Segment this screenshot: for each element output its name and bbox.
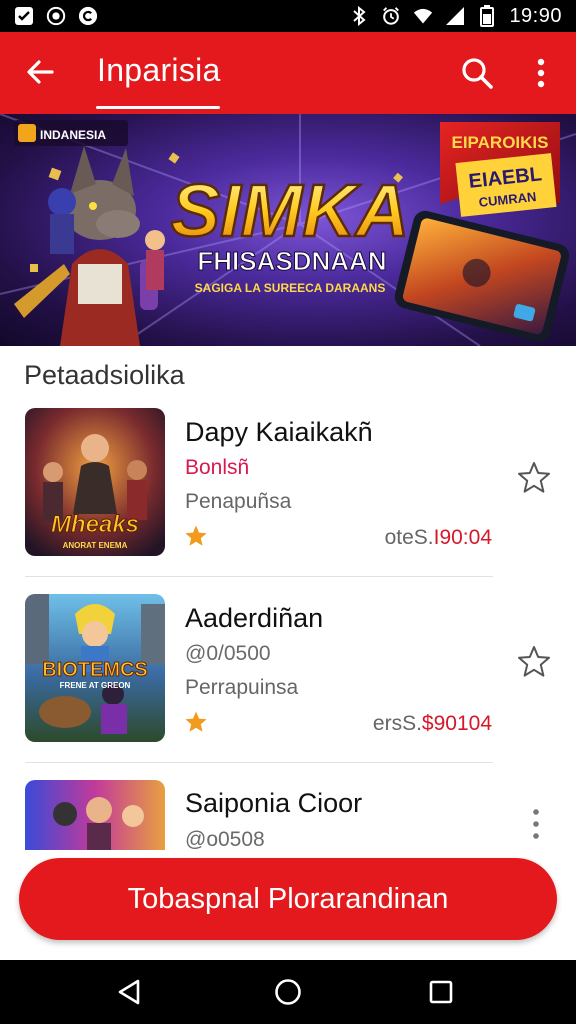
thumbnail-label: BIOTEMCS — [42, 659, 148, 681]
primary-action-button[interactable]: Tobaspnal Plorarandinan — [19, 858, 557, 940]
battery-icon — [477, 5, 497, 27]
thumbnail-caption: ANORAT ENEMA — [63, 541, 128, 550]
checkbox-icon — [14, 6, 34, 26]
game-thumbnail: BIOTEMCS FRENE AT GREON — [25, 594, 165, 742]
rating-star-icon — [184, 524, 208, 548]
promo-banner[interactable]: SIMKA FHISASDNAAN SAGIGA LA SUREECA DARA… — [0, 114, 576, 346]
game-price: oteS.I90:04 — [385, 526, 492, 550]
status-time: 19:90 — [509, 4, 562, 27]
banner-badge: INDANESIA — [40, 128, 106, 142]
home-circle-icon — [275, 979, 301, 1005]
banner-subheadline: FHISASDNAAN — [197, 246, 386, 276]
banner-ribbon-line1: EIPAROIKIS — [452, 133, 549, 152]
back-triangle-icon — [118, 979, 140, 1005]
status-bar: 19:90 — [0, 0, 576, 32]
price-prefix: ersS. — [372, 712, 422, 735]
game-category: Perrapuinsa — [185, 676, 299, 699]
price-value: $90104 — [421, 712, 492, 735]
list-divider — [25, 762, 493, 763]
back-button[interactable] — [22, 54, 58, 90]
system-nav-bar — [0, 960, 576, 1024]
camera-icon — [46, 6, 66, 26]
star-outline-icon — [518, 462, 550, 493]
section-title: Petaadsiolika — [24, 360, 185, 390]
game-category: Penapuñsa — [185, 490, 292, 513]
game-subtitle: Bonlsñ — [185, 456, 250, 479]
list-item[interactable]: Mheaks ANORAT ENEMA Dapy Kaiaikakñ Bonls… — [0, 408, 576, 592]
rating-star-icon — [184, 710, 208, 734]
wifi-icon — [413, 6, 433, 26]
list-item[interactable]: BIOTEMCS FRENE AT GREON Aaderdiñan @0/05… — [0, 594, 576, 778]
price-prefix: oteS. — [384, 526, 434, 549]
nav-back-button[interactable] — [114, 977, 144, 1007]
bluetooth-icon — [349, 6, 369, 26]
list-divider — [25, 576, 493, 577]
status-left-icons — [14, 6, 98, 26]
banner-headline: SIMKA — [171, 169, 409, 252]
banner-artwork: SIMKA FHISASDNAAN SAGIGA LA SUREECA DARA… — [0, 114, 576, 346]
more-vert-icon — [533, 809, 539, 839]
more-options-button[interactable] — [528, 54, 554, 92]
star-outline-icon — [518, 646, 550, 677]
more-vert-icon — [537, 58, 545, 88]
game-title: Saiponia Cioor — [185, 788, 363, 818]
status-right-icons: 19:90 — [349, 5, 562, 28]
alarm-icon — [381, 6, 401, 26]
game-price: ersS.$90104 — [373, 712, 492, 736]
favorite-button[interactable] — [516, 460, 552, 496]
search-icon — [462, 58, 493, 89]
price-value: I90:04 — [433, 526, 492, 549]
list-item[interactable]: Saiponia Cioor @o0508 — [0, 780, 576, 850]
game-subtitle: @o0508 — [185, 828, 265, 850]
nav-home-button[interactable] — [273, 977, 303, 1007]
game-thumbnail — [25, 780, 165, 850]
game-thumbnail: Mheaks ANORAT ENEMA — [25, 408, 165, 556]
signal-icon — [445, 6, 465, 26]
title-tab-indicator — [96, 106, 220, 109]
app-title: Inparisia — [97, 52, 221, 88]
copyright-icon — [78, 6, 98, 26]
game-title: Dapy Kaiaikakñ — [185, 417, 373, 447]
recents-square-icon — [429, 980, 453, 1004]
nav-recents-button[interactable] — [426, 977, 456, 1007]
arrow-back-icon — [27, 60, 54, 84]
thumbnail-label: Mheaks — [51, 511, 139, 538]
more-options-button[interactable] — [524, 804, 548, 844]
banner-tagline: SAGIGA LA SUREECA DARAANS — [195, 281, 386, 295]
game-subtitle: @0/0500 — [185, 642, 271, 665]
app-bar: Inparisia — [0, 32, 576, 114]
thumbnail-caption: FRENE AT GREON — [60, 681, 131, 690]
favorite-button[interactable] — [516, 644, 552, 680]
search-button[interactable] — [458, 54, 496, 92]
game-title: Aaderdiñan — [185, 603, 324, 633]
